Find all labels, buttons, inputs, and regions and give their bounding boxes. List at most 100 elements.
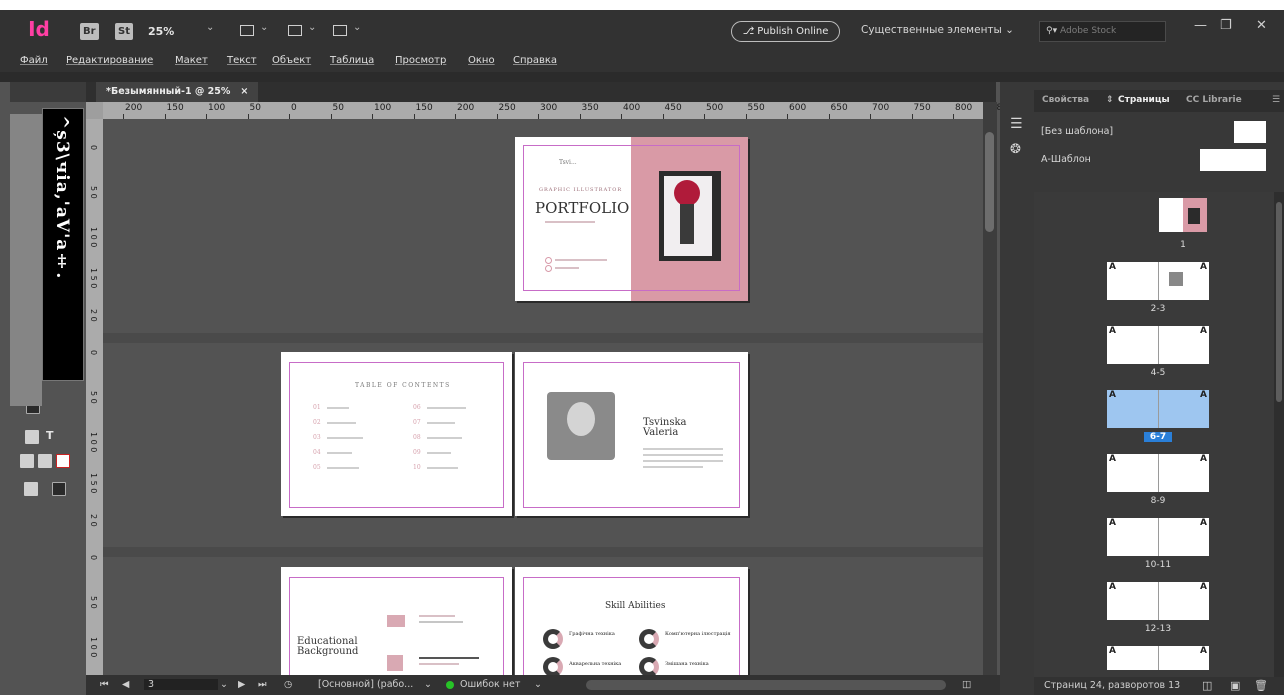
edu-line — [419, 621, 463, 623]
ruler-tick-label: 50 — [249, 103, 261, 113]
delete-page-icon[interactable]: 🗑 — [1254, 679, 1268, 692]
skill-label: Комп'ютерна ілюстрація — [665, 631, 731, 637]
first-page-icon[interactable]: ⏮ — [100, 679, 109, 690]
canvas-horizontal-scrollbar[interactable] — [586, 680, 946, 690]
minimize-icon[interactable]: — — [1194, 18, 1207, 33]
arrange-chevron-icon[interactable]: ⌄ — [353, 22, 361, 33]
normal-mode-icon[interactable] — [24, 482, 38, 496]
style-field[interactable]: [Основной] (рабо... — [318, 679, 413, 690]
spread-page-4[interactable]: Educational Background — [281, 567, 512, 675]
bridge-button[interactable]: Br — [80, 23, 99, 40]
tab-properties[interactable]: Свойства — [1042, 95, 1089, 105]
page-label-8-9[interactable]: 8-9 — [1138, 496, 1178, 506]
arrange-documents-icon[interactable] — [333, 25, 347, 36]
split-view-icon[interactable]: ◫ — [962, 679, 971, 690]
menu-layout[interactable]: Макет — [175, 55, 208, 66]
page-thumb-next[interactable]: AA — [1107, 646, 1209, 670]
zoom-level[interactable]: 25% — [148, 23, 174, 40]
menu-window[interactable]: Окно — [468, 55, 495, 66]
pages-panel-icon[interactable]: ☰ — [1010, 116, 1023, 132]
tab-cc-libraries[interactable]: CC Librarie — [1186, 95, 1242, 105]
view-options-chevron-icon[interactable]: ⌄ — [260, 22, 268, 33]
spread-separator — [103, 547, 983, 557]
zoom-chevron-icon[interactable]: ⌄ — [206, 22, 214, 33]
prev-page-icon[interactable]: ◀ — [122, 679, 129, 690]
horizontal-ruler[interactable]: 200 150 100 50 0 50 100 150 200 250 300 350 400 450 50… — [103, 102, 1014, 119]
page-thumb-4-5[interactable]: AA — [1107, 326, 1209, 364]
preflight-icon[interactable]: ◷ — [284, 679, 292, 690]
spread-page-3[interactable]: Tsvinska Valeria — [515, 352, 748, 516]
errors-dropdown-icon[interactable]: ⌄ — [534, 679, 542, 690]
next-page-icon[interactable]: ▶ — [238, 679, 245, 690]
close-tab-icon[interactable]: × — [240, 86, 248, 97]
page-thumb-6-7[interactable]: AA — [1107, 390, 1209, 428]
pages-scroll-thumb[interactable] — [1276, 202, 1282, 402]
page-thumb-10-11[interactable]: AA — [1107, 518, 1209, 556]
publish-online-button[interactable]: ⎇ Publish Online — [731, 21, 840, 42]
panel-menu-icon[interactable]: ☰ — [1272, 95, 1280, 105]
tools-panel-header[interactable] — [10, 82, 86, 102]
page-dropdown-icon[interactable]: ⌄ — [220, 679, 228, 690]
apply-none-icon[interactable] — [56, 454, 70, 468]
tab-pages[interactable]: Страницы — [1118, 95, 1170, 105]
preview-mode-icon[interactable] — [52, 482, 66, 496]
pasteboard[interactable]: Tsvi... GRAPHIC ILLUSTRATOR PORTFOLIO TA… — [103, 119, 983, 675]
scroll-thumb[interactable] — [985, 132, 994, 232]
page-label-4-5[interactable]: 4-5 — [1138, 368, 1178, 378]
apply-color-icon[interactable] — [20, 454, 34, 468]
pages-panel-scrollbar[interactable] — [1274, 192, 1284, 677]
master-none[interactable]: [Без шаблона] — [1034, 120, 1284, 146]
master-a[interactable]: А-Шаблон — [1034, 148, 1284, 174]
page-thumb-8-9[interactable]: AA — [1107, 454, 1209, 492]
menu-type[interactable]: Текст — [227, 55, 257, 66]
screen-mode-icon[interactable] — [288, 25, 302, 36]
menu-help[interactable]: Справка — [513, 55, 557, 66]
ruler-origin[interactable] — [86, 102, 103, 119]
style-dropdown-icon[interactable]: ⌄ — [424, 679, 432, 690]
maximize-icon[interactable]: ❐ — [1220, 18, 1232, 33]
page-label-10-11[interactable]: 10-11 — [1138, 560, 1178, 570]
new-page-icon[interactable]: ▣ — [1230, 679, 1240, 692]
menu-edit[interactable]: Редактирование — [66, 55, 153, 66]
layers-panel-icon[interactable]: ❂ — [1010, 142, 1021, 157]
menu-table[interactable]: Таблица — [330, 55, 374, 66]
page-thumb-12-13[interactable]: AA — [1107, 582, 1209, 620]
adobe-stock-search[interactable]: ⚲▾ Adobe Stock — [1039, 21, 1166, 42]
page-thumb-1[interactable] — [1159, 198, 1207, 232]
ruler-tick-label: 200 — [457, 103, 475, 113]
vertical-ruler[interactable]: 0 5 0 1 0 0 1 5 0 2 0 0 5 0 1 0 0 1 5 0 2 0 0 5 0 1 … — [86, 119, 103, 675]
toc-number: 05 — [313, 464, 321, 471]
formatting-container-icon[interactable] — [25, 430, 39, 444]
ruler-tick-label: 450 — [664, 103, 682, 113]
stock-button[interactable]: St — [115, 23, 133, 40]
page-label-6-7[interactable]: 6-7 — [1144, 432, 1172, 442]
spread-page-2[interactable]: TABLE OF CONTENTS 01 02 03 04 05 06 07 08 09 10 — [281, 352, 512, 516]
menu-object[interactable]: Объект — [272, 55, 311, 66]
skill-ring-icon — [639, 629, 659, 649]
spread-page-5[interactable]: Skill Abilities Графічна техніка Комп'ют… — [515, 567, 748, 675]
last-page-icon[interactable]: ⏭ — [258, 679, 267, 690]
page-thumb-2-3[interactable]: AA — [1107, 262, 1209, 300]
spread-page-1[interactable]: Tsvi... GRAPHIC ILLUSTRATOR PORTFOLIO — [515, 137, 748, 301]
formatting-text-icon[interactable]: T — [46, 429, 54, 442]
page-thumbnails[interactable]: 1 AA 2-3 AA 4-5 AA 6-7 AA 8-9 AA 10-11 A… — [1034, 192, 1284, 677]
pages-panel: Свойства ⇕ Страницы CC Librarie ☰ [Без ш… — [1034, 82, 1284, 695]
canvas-vertical-scrollbar[interactable] — [983, 102, 997, 675]
menu-view[interactable]: Просмотр — [395, 55, 446, 66]
apply-gradient-icon[interactable] — [38, 454, 52, 468]
document-tab[interactable]: *Безымянный-1 @ 25% × — [96, 82, 259, 102]
preflight-errors[interactable]: Ошибок нет — [460, 679, 520, 690]
edit-page-size-icon[interactable]: ◫ — [1202, 679, 1212, 692]
menu-file[interactable]: Файл — [20, 55, 48, 66]
contact-line — [555, 267, 579, 269]
page-label-12-13[interactable]: 12-13 — [1138, 624, 1178, 634]
contact-line — [555, 259, 607, 261]
screen-mode-chevron-icon[interactable]: ⌄ — [308, 22, 316, 33]
workspace-switcher[interactable]: Существенные элементы ⌄ — [861, 24, 1014, 36]
view-options-icon[interactable] — [240, 25, 254, 36]
ruler-tick-label: 50 — [332, 103, 344, 113]
close-icon[interactable]: ✕ — [1256, 18, 1267, 33]
page-label-2-3[interactable]: 2-3 — [1138, 304, 1178, 314]
page-number-field[interactable]: 3 — [144, 679, 218, 690]
page-label-1[interactable]: 1 — [1163, 240, 1203, 250]
